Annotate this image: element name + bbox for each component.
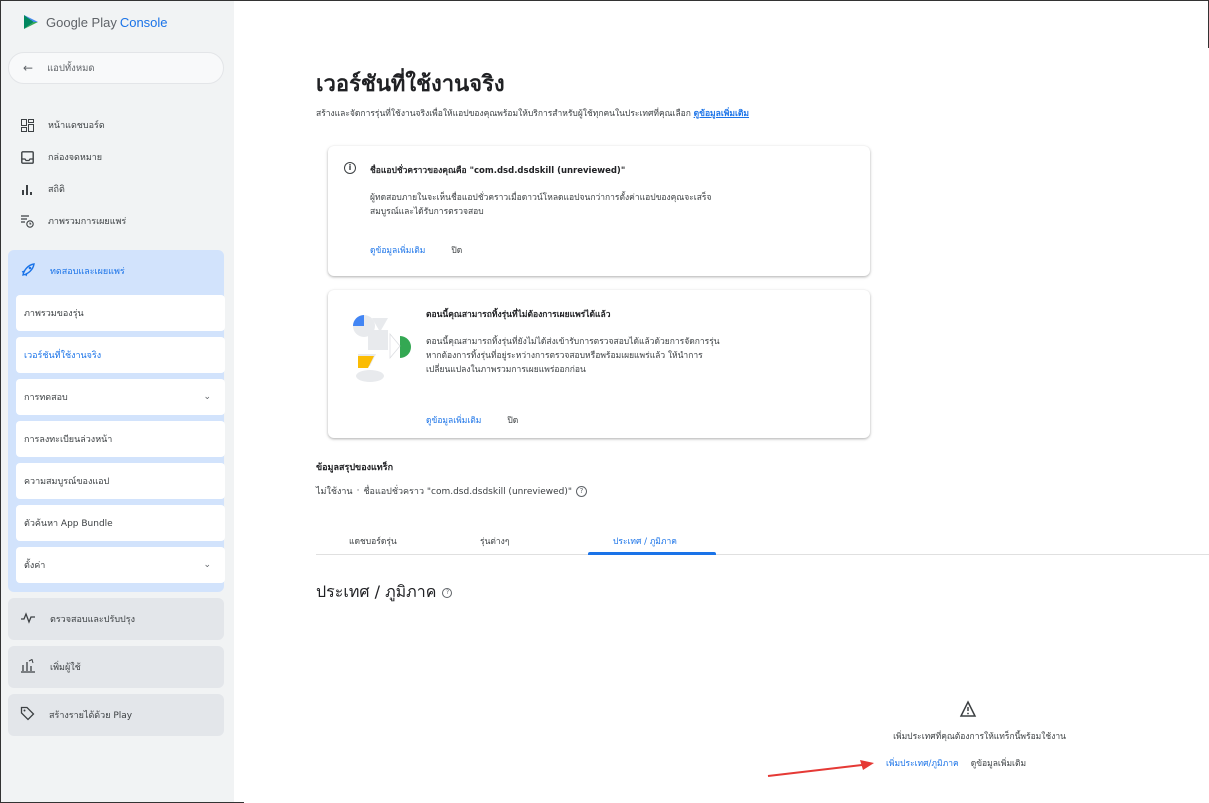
flag-warning-icon bbox=[959, 700, 977, 717]
google-play-logo-icon bbox=[24, 15, 38, 29]
learn-more-button[interactable]: ดูข้อมูลเพิ่มเติม bbox=[971, 756, 1026, 770]
close-button[interactable]: ปิด bbox=[451, 243, 462, 257]
card-body-line: เปลี่ยนแปลงในภาพรวมการเผยแพร่ออกก่อน bbox=[426, 365, 586, 375]
sidebar-group-label: สร้างรายได้ด้วย Play bbox=[49, 711, 133, 721]
sidebar-item-pre-registration[interactable]: การลงทะเบียนล่วงหน้า bbox=[16, 421, 225, 457]
annotation-arrow-icon bbox=[767, 760, 874, 777]
learn-more-button[interactable]: ดูข้อมูลเพิ่มเติม bbox=[370, 243, 425, 257]
tab-release-dashboard[interactable]: แดชบอร์ดรุ่น bbox=[349, 534, 397, 548]
countries-title: ประเทศ / ภูมิภาค bbox=[316, 582, 437, 601]
temporary-app-name: ชื่อแอปชั่วคราว "com.dsd.dsdskill (unrev… bbox=[363, 487, 573, 497]
sidebar-item-label: หน้าแดชบอร์ด bbox=[48, 121, 105, 131]
help-icon[interactable]: ? bbox=[576, 485, 588, 497]
page-subtitle: สร้างและจัดการรุ่นที่ใช้งานจริงเพื่อให้แ… bbox=[316, 106, 749, 120]
sidebar-item-label: สถิติ bbox=[48, 185, 65, 195]
add-countries-button[interactable]: เพิ่มประเทศ/ภูมิภาค bbox=[886, 756, 959, 770]
all-apps-label: แอปทั้งหมด bbox=[47, 62, 95, 74]
sidebar-item-label: การทดสอบ bbox=[24, 393, 68, 403]
sidebar-item-label: กล่องจดหมาย bbox=[48, 153, 103, 163]
grow-users-icon bbox=[20, 658, 36, 676]
sidebar-item-testing[interactable]: การทดสอบ ⌄ bbox=[16, 379, 225, 415]
countries-section-title: ประเทศ / ภูมิภาค ? bbox=[316, 580, 453, 605]
sidebar-item-label: การลงทะเบียนล่วงหน้า bbox=[24, 435, 113, 445]
monitor-icon bbox=[20, 611, 36, 627]
card-heading: ตอนนี้คุณสามารถทิ้งรุ่นที่ไม่ต้องการเผยแ… bbox=[426, 310, 611, 320]
card-heading: ชื่อแอปชั่วคราวของคุณคือ "com.dsd.dsdski… bbox=[370, 166, 626, 176]
discard-illustration-icon bbox=[353, 315, 411, 382]
separator: · bbox=[356, 486, 360, 496]
sidebar-section-test-and-release[interactable]: ทดสอบและเผยแพร่ bbox=[8, 250, 224, 292]
chevron-down-icon: ⌄ bbox=[203, 560, 211, 570]
sidebar-item-dashboard[interactable]: หน้าแดชบอร์ด bbox=[20, 118, 105, 132]
sidebar-item-app-integrity[interactable]: ความสมบูรณ์ของแอป bbox=[16, 463, 225, 499]
learn-more-link[interactable]: ดูข้อมูลเพิ่มเติม bbox=[694, 109, 749, 119]
sidebar-item-statistics[interactable]: สถิติ bbox=[20, 182, 65, 196]
sidebar-item-label: ภาพรวมของรุ่น bbox=[24, 309, 84, 319]
empty-state-actions: เพิ่มประเทศ/ภูมิภาค ดูข้อมูลเพิ่มเติม bbox=[886, 756, 1026, 770]
card-actions: ดูข้อมูลเพิ่มเติม ปิด bbox=[370, 243, 462, 257]
sidebar-item-label: เวอร์ชันที่ใช้งานจริง bbox=[24, 351, 102, 361]
page-title: เวอร์ชันที่ใช้งานจริง bbox=[316, 72, 505, 97]
play-console-logo[interactable]: Google Play Console bbox=[22, 13, 168, 31]
card-body-line: ตอนนี้คุณสามารถทิ้งรุ่นที่ยังไม่ได้ส่งเข… bbox=[426, 337, 720, 347]
publishing-overview-icon bbox=[20, 214, 34, 228]
empty-state-message: เพิ่มประเทศที่คุณต้องการให้แทร็กนี้พร้อม… bbox=[893, 732, 1066, 742]
sidebar-item-label: ภาพรวมการเผยแพร่ bbox=[48, 217, 127, 227]
brand-name: Google Play bbox=[46, 14, 117, 30]
sidebar-group-monitor[interactable]: ตรวจสอบและปรับปรุง bbox=[8, 598, 224, 640]
card-actions: ดูข้อมูลเพิ่มเติม ปิด bbox=[426, 413, 518, 427]
card-body-line: ผู้ทดสอบภายในจะเห็นชื่อแอปชั่วคราวเมื่อด… bbox=[370, 193, 712, 203]
card-body-line: หากต้องการทิ้งรุ่นที่อยู่ระหว่างการตรวจส… bbox=[426, 351, 703, 361]
sidebar-item-release-overview[interactable]: ภาพรวมของรุ่น bbox=[16, 295, 225, 331]
sidebar-item-app-bundle-explorer[interactable]: ตัวค้นหา App Bundle bbox=[16, 505, 225, 541]
rocket-icon bbox=[20, 262, 36, 281]
track-summary-heading: ข้อมูลสรุปของแทร็ก bbox=[316, 463, 394, 473]
sidebar-item-label: ความสมบูรณ์ของแอป bbox=[24, 477, 110, 487]
tab-releases[interactable]: รุ่นต่างๆ bbox=[480, 534, 509, 548]
sidebar-group-grow-users[interactable]: เพิ่มผู้ใช้ bbox=[8, 646, 224, 688]
tab-bar: แดชบอร์ดรุ่น รุ่นต่างๆ ประเทศ / ภูมิภาค bbox=[316, 525, 1209, 555]
tag-icon bbox=[20, 706, 35, 724]
bar-chart-icon bbox=[20, 182, 34, 196]
sidebar-item-production[interactable]: เวอร์ชันที่ใช้งานจริง bbox=[16, 337, 225, 373]
info-icon: i bbox=[344, 162, 356, 174]
track-summary: ไม่ใช้งาน · ชื่อแอปชั่วคราว "com.dsd.dsd… bbox=[316, 484, 588, 498]
brand-product: Console bbox=[119, 14, 168, 30]
sidebar-item-label: ตั้งค่า bbox=[24, 561, 46, 571]
sidebar-group-label: เพิ่มผู้ใช้ bbox=[50, 663, 81, 673]
sidebar-item-inbox[interactable]: กล่องจดหมาย bbox=[20, 150, 102, 164]
page-subtitle-text: สร้างและจัดการรุ่นที่ใช้งานจริงเพื่อให้แ… bbox=[316, 109, 691, 119]
section-label: ทดสอบและเผยแพร่ bbox=[50, 267, 125, 277]
card-body-line: สมบูรณ์และได้รับการตรวจสอบ bbox=[370, 207, 484, 217]
active-tab-indicator bbox=[588, 552, 716, 555]
dashboard-icon bbox=[20, 118, 34, 132]
close-button[interactable]: ปิด bbox=[507, 413, 518, 427]
sidebar-item-label: ตัวค้นหา App Bundle bbox=[24, 519, 113, 529]
sidebar-group-label: ตรวจสอบและปรับปรุง bbox=[50, 615, 135, 625]
sidebar-item-setup[interactable]: ตั้งค่า ⌄ bbox=[16, 547, 225, 583]
help-icon[interactable]: ? bbox=[442, 587, 453, 598]
discard-releases-card: ตอนนี้คุณสามารถทิ้งรุ่นที่ไม่ต้องการเผยแ… bbox=[328, 290, 870, 438]
learn-more-button[interactable]: ดูข้อมูลเพิ่มเติม bbox=[426, 413, 481, 427]
all-apps-back-button[interactable]: ← แอปทั้งหมด bbox=[8, 52, 224, 84]
sidebar-section-body: ภาพรวมของรุ่น เวอร์ชันที่ใช้งานจริง การท… bbox=[8, 292, 225, 592]
tab-countries-regions[interactable]: ประเทศ / ภูมิภาค bbox=[613, 534, 677, 548]
sidebar-item-publishing-overview[interactable]: ภาพรวมการเผยแพร่ bbox=[20, 214, 126, 228]
sidebar-group-monetize[interactable]: สร้างรายได้ด้วย Play bbox=[8, 694, 224, 736]
temporary-app-name-card: i ชื่อแอปชั่วคราวของคุณคือ "com.dsd.dsds… bbox=[328, 146, 870, 276]
chevron-down-icon: ⌄ bbox=[203, 392, 211, 402]
track-status: ไม่ใช้งาน bbox=[316, 487, 353, 497]
arrow-back-icon: ← bbox=[23, 61, 34, 75]
inbox-icon bbox=[20, 150, 34, 164]
